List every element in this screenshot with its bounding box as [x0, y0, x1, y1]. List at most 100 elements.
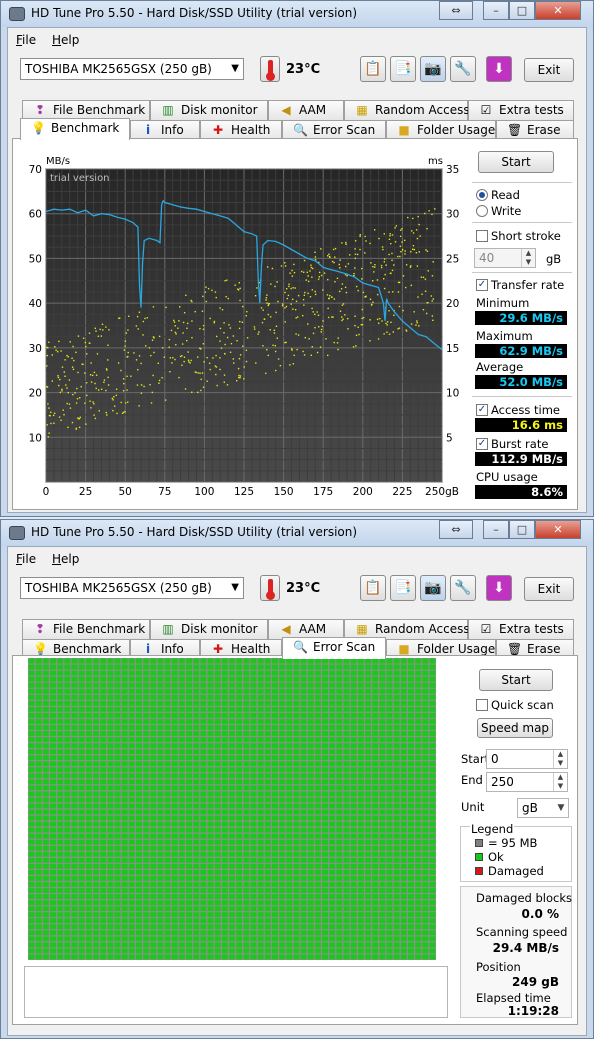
access-time-point — [151, 391, 154, 394]
scan-block-ok — [271, 767, 278, 773]
tab-file-benchmark-2[interactable]: ❢ File Benchmark — [22, 619, 150, 639]
access-time-checkbox[interactable]: ✓ — [476, 404, 488, 416]
scan-block-ok — [114, 845, 121, 851]
scan-block-ok — [193, 851, 200, 857]
access-time-point — [369, 242, 371, 245]
menu-file-2[interactable]: File — [16, 552, 36, 566]
scan-start-button[interactable]: Start — [479, 669, 553, 691]
exit-button-2[interactable]: Exit — [524, 577, 574, 601]
title-bar-2[interactable]: HD Tune Pro 5.50 - Hard Disk/SSD Utility… — [1, 520, 593, 546]
scan-block-ok — [193, 876, 200, 881]
read-radio[interactable] — [476, 189, 488, 201]
scan-block-ok — [28, 755, 35, 761]
scan-block-ok — [178, 821, 185, 827]
transfer-rate-label: Transfer rate — [491, 278, 565, 292]
scan-block-ok — [229, 688, 235, 694]
save-button-2[interactable]: ⬇ — [486, 575, 512, 601]
tab-disk-monitor-2[interactable]: ▥ Disk monitor — [150, 619, 268, 639]
scan-block-ok — [221, 894, 228, 899]
tab-error-scan-2[interactable]: 🔍 Error Scan — [282, 637, 386, 659]
scan-block-ok — [350, 719, 357, 724]
benchmark-start-button[interactable]: Start — [478, 151, 554, 173]
scan-block-ok — [300, 682, 307, 688]
scan-block-ok — [164, 870, 171, 875]
scan-block-ok — [322, 954, 329, 960]
access-time-point — [68, 379, 71, 381]
folder-icon: ■ — [398, 642, 410, 656]
x-tick-label: 175 — [313, 486, 333, 498]
scan-block-ok — [57, 882, 64, 887]
scan-block-ok — [407, 743, 414, 748]
scan-block-ok — [429, 682, 436, 688]
end-input[interactable]: 250 ▲ ▼ — [486, 772, 568, 792]
access-time-point — [253, 326, 256, 328]
scan-block-ok — [257, 773, 264, 779]
speed-map-button[interactable]: Speed map — [477, 718, 553, 738]
drive-select-2[interactable]: TOSHIBA MK2565GSX (250 gB) ▼ — [20, 577, 244, 599]
burst-rate-checkbox[interactable]: ✓ — [476, 438, 488, 450]
scan-block-ok — [186, 670, 193, 676]
scan-block-ok — [393, 700, 400, 706]
scan-block-ok — [214, 954, 221, 960]
scan-block-ok — [42, 725, 49, 730]
close-button-2[interactable]: ✕ — [535, 520, 581, 539]
tab-aam-2[interactable]: ◀ AAM — [268, 619, 344, 639]
scan-block-ok — [128, 779, 135, 785]
access-time-point — [337, 337, 339, 339]
scan-block-ok — [307, 755, 314, 761]
short-stroke-input[interactable]: 40 ▲ ▼ — [474, 248, 536, 268]
scan-block-ok — [393, 664, 400, 670]
scan-block-ok — [379, 688, 386, 694]
scan-block-ok — [422, 676, 429, 682]
scan-block-ok — [286, 779, 293, 785]
tab-extra-tests-2[interactable]: ☑ Extra tests — [468, 619, 574, 639]
scan-block-ok — [229, 845, 235, 851]
scan-block-ok — [128, 827, 135, 833]
scan-block-ok — [150, 882, 157, 887]
scan-block-ok — [365, 930, 371, 936]
menu-help-2[interactable]: Help — [52, 552, 79, 566]
scan-block-ok — [171, 688, 178, 694]
scan-block-ok — [28, 725, 35, 730]
scan-block-ok — [171, 882, 178, 887]
copy-report-button-2[interactable]: 📑 — [390, 575, 416, 601]
scan-block-ok — [236, 918, 243, 924]
scan-block-ok — [193, 845, 200, 851]
scan-block-ok — [300, 930, 307, 936]
scan-block-ok — [229, 779, 235, 785]
restore-window-button-2[interactable]: ⇔ — [439, 520, 473, 539]
scan-block-ok — [121, 682, 128, 688]
options-button-2[interactable]: 🔧 — [450, 575, 476, 601]
scan-block-ok — [164, 900, 171, 906]
quick-scan-checkbox[interactable] — [476, 699, 488, 711]
transfer-rate-checkbox[interactable]: ✓ — [476, 279, 488, 291]
copy-info-button-2[interactable]: 📋 — [360, 575, 386, 601]
minimize-button-2[interactable]: – — [483, 520, 509, 539]
tab-benchmark[interactable]: 💡 Benchmark — [20, 118, 130, 140]
scan-block-ok — [171, 888, 178, 893]
start-input[interactable]: 0 ▲ ▼ — [486, 749, 568, 769]
scan-block-ok — [293, 767, 300, 773]
access-time-point — [239, 377, 241, 379]
elapsed-time-label: Elapsed time — [476, 991, 551, 1005]
scan-block-ok — [350, 912, 357, 918]
scan-block-ok — [400, 894, 407, 899]
scan-block-ok — [193, 719, 200, 724]
access-time-point — [206, 356, 208, 359]
screenshot-button-2[interactable]: 📷 — [420, 575, 446, 601]
scan-block-ok — [107, 785, 114, 791]
scan-block-ok — [71, 658, 78, 664]
scan-block-ok — [257, 851, 264, 857]
unit-select[interactable]: gB ▼ — [517, 798, 569, 818]
access-time-point — [416, 265, 419, 267]
scan-block-ok — [150, 658, 157, 664]
scan-block-ok — [293, 797, 300, 803]
maximize-button-2[interactable]: □ — [509, 520, 535, 539]
tab-random-access-2[interactable]: ▦ Random Access — [344, 619, 470, 639]
scan-block-ok — [42, 779, 49, 785]
scan-block-ok — [293, 948, 300, 954]
scan-block-ok — [322, 930, 329, 936]
scan-block-ok — [415, 912, 422, 918]
short-stroke-checkbox[interactable] — [476, 230, 488, 242]
write-radio[interactable] — [476, 205, 488, 217]
